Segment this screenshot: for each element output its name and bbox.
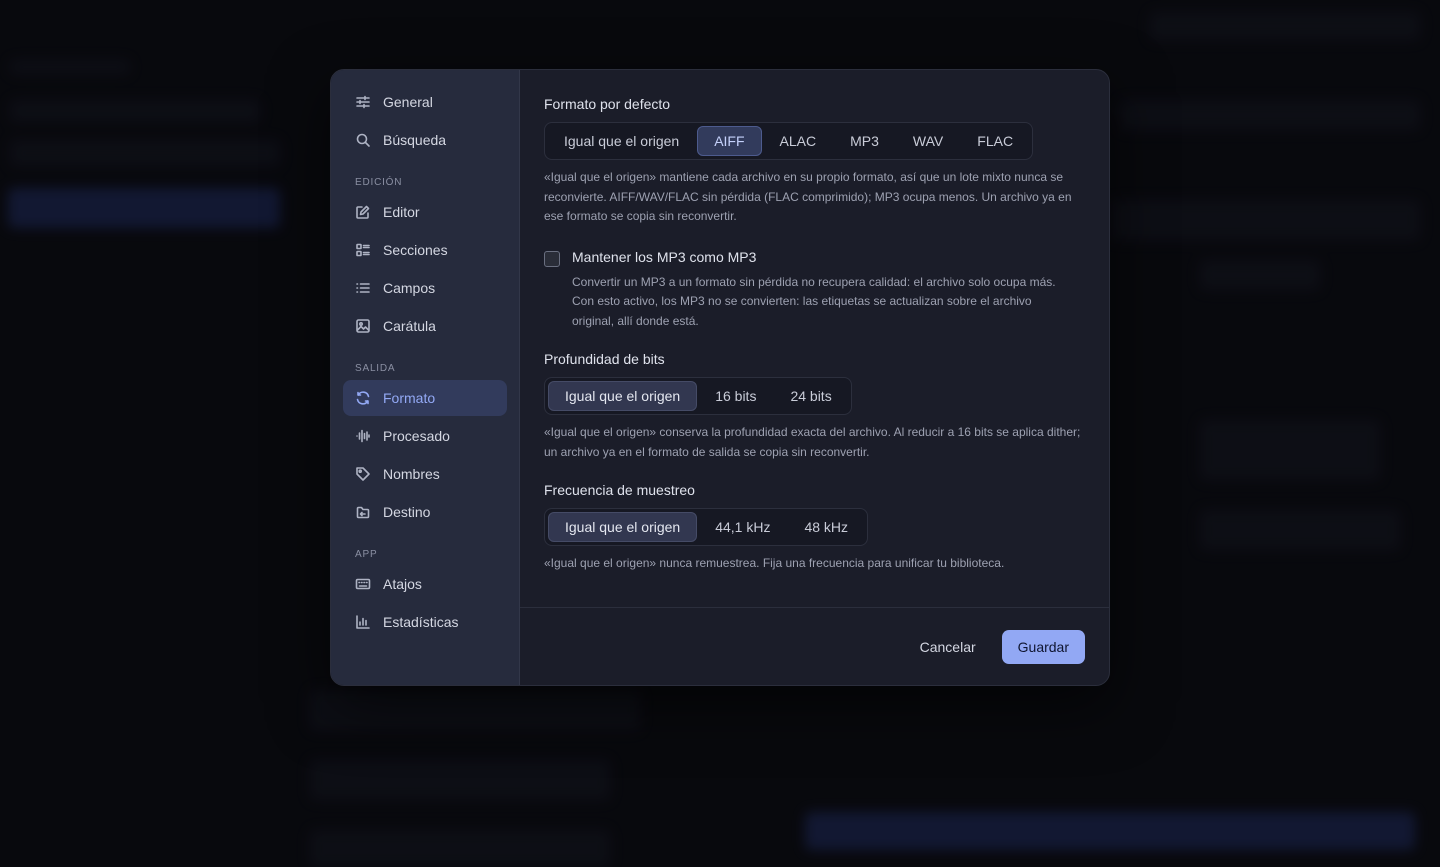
- sidebar-item-label: Carátula: [383, 318, 436, 334]
- format-option-flac[interactable]: FLAC: [961, 126, 1029, 156]
- sidebar-section-salida: SALIDA: [355, 363, 396, 374]
- keep-mp3-help: Convertir un MP3 a un formato sin pérdid…: [572, 274, 1056, 328]
- sidebar-item-caratula[interactable]: Carátula: [343, 308, 507, 344]
- sample-rate-help: «Igual que el origen» nunca remuestrea. …: [544, 556, 1005, 570]
- keep-mp3-row: Mantener los MP3 como MP3 Convertir un M…: [544, 249, 1085, 332]
- sidebar-item-label: Formato: [383, 390, 436, 406]
- sidebar-item-label: Procesado: [383, 428, 450, 444]
- sidebar-item-estadisticas[interactable]: Estadísticas: [343, 604, 507, 640]
- sidebar-item-general[interactable]: General: [343, 84, 507, 120]
- format-option-alac[interactable]: ALAC: [764, 126, 833, 156]
- sidebar-item-busqueda[interactable]: Búsqueda: [343, 122, 507, 158]
- sidebar-item-secciones[interactable]: Secciones: [343, 232, 507, 268]
- sections-icon: [355, 242, 371, 258]
- sample-rate-title: Frecuencia de muestreo: [544, 482, 695, 498]
- bit-depth-help: «Igual que el origen» conserva la profun…: [544, 425, 1081, 459]
- search-icon: [355, 132, 371, 148]
- sidebar-item-procesado[interactable]: Procesado: [343, 418, 507, 454]
- sidebar-section-app: APP: [355, 549, 378, 560]
- sidebar-item-nombres[interactable]: Nombres: [343, 456, 507, 492]
- sidebar-item-campos[interactable]: Campos: [343, 270, 507, 306]
- sidebar-item-formato[interactable]: Formato: [343, 380, 507, 416]
- format-settings-panel: Formato por defecto Igual que el origen …: [520, 70, 1109, 607]
- sample-rate-option-48[interactable]: 48 kHz: [788, 512, 864, 542]
- sidebar-item-label: Campos: [383, 280, 436, 296]
- format-option-aiff[interactable]: AIFF: [697, 126, 762, 156]
- keep-mp3-checkbox[interactable]: [544, 250, 560, 267]
- bit-depth-selector: Igual que el origen 16 bits 24 bits: [544, 377, 852, 415]
- settings-sidebar: General Búsqueda EDICIÓN Editor Seccione…: [331, 70, 520, 685]
- sidebar-item-label: Atajos: [383, 576, 422, 592]
- keyboard-icon: [355, 576, 371, 592]
- sample-rate-option-origen[interactable]: Igual que el origen: [548, 512, 698, 542]
- sample-rate-option-44[interactable]: 44,1 kHz: [699, 512, 786, 542]
- waveform-icon: [355, 428, 371, 444]
- destination-icon: [355, 504, 371, 520]
- sample-rate-selector: Igual que el origen 44,1 kHz 48 kHz: [544, 508, 869, 546]
- bit-depth-title: Profundidad de bits: [544, 351, 665, 367]
- sidebar-item-label: Búsqueda: [383, 132, 447, 148]
- sidebar-item-label: Editor: [383, 204, 420, 220]
- dialog-footer: Cancelar Guardar: [520, 607, 1109, 685]
- sidebar-item-label: General: [383, 94, 433, 110]
- sidebar-item-editor[interactable]: Editor: [343, 194, 507, 230]
- sidebar-item-atajos[interactable]: Atajos: [343, 566, 507, 602]
- format-title: Formato por defecto: [544, 96, 671, 112]
- format-option-wav[interactable]: WAV: [897, 126, 959, 156]
- settings-dialog: General Búsqueda EDICIÓN Editor Seccione…: [330, 69, 1110, 686]
- sidebar-item-label: Secciones: [383, 242, 448, 258]
- refresh-icon: [355, 390, 371, 406]
- bit-depth-option-24[interactable]: 24 bits: [774, 381, 847, 411]
- bit-depth-option-origen[interactable]: Igual que el origen: [548, 381, 698, 411]
- format-option-origen[interactable]: Igual que el origen: [548, 126, 695, 156]
- tag-icon: [355, 466, 371, 482]
- sidebar-item-label: Nombres: [383, 466, 440, 482]
- sidebar-item-destino[interactable]: Destino: [343, 494, 507, 530]
- format-selector: Igual que el origen AIFF ALAC MP3 WAV FL…: [544, 122, 1034, 160]
- save-button[interactable]: Guardar: [1001, 629, 1085, 664]
- format-help: «Igual que el origen» mantiene cada arch…: [544, 170, 1072, 223]
- list-icon: [355, 280, 371, 296]
- sidebar-item-label: Destino: [383, 504, 431, 520]
- sidebar-section-edicion: EDICIÓN: [355, 177, 403, 188]
- settings-content: Formato por defecto Igual que el origen …: [520, 70, 1109, 685]
- sidebar-item-label: Estadísticas: [383, 614, 459, 630]
- image-icon: [355, 318, 371, 334]
- format-option-mp3[interactable]: MP3: [834, 126, 895, 156]
- keep-mp3-label[interactable]: Mantener los MP3 como MP3: [572, 249, 1062, 265]
- edit-icon: [355, 204, 371, 220]
- bit-depth-option-16[interactable]: 16 bits: [699, 381, 772, 411]
- bar-chart-icon: [355, 614, 371, 630]
- sliders-icon: [355, 94, 371, 110]
- cancel-button[interactable]: Cancelar: [908, 630, 988, 664]
